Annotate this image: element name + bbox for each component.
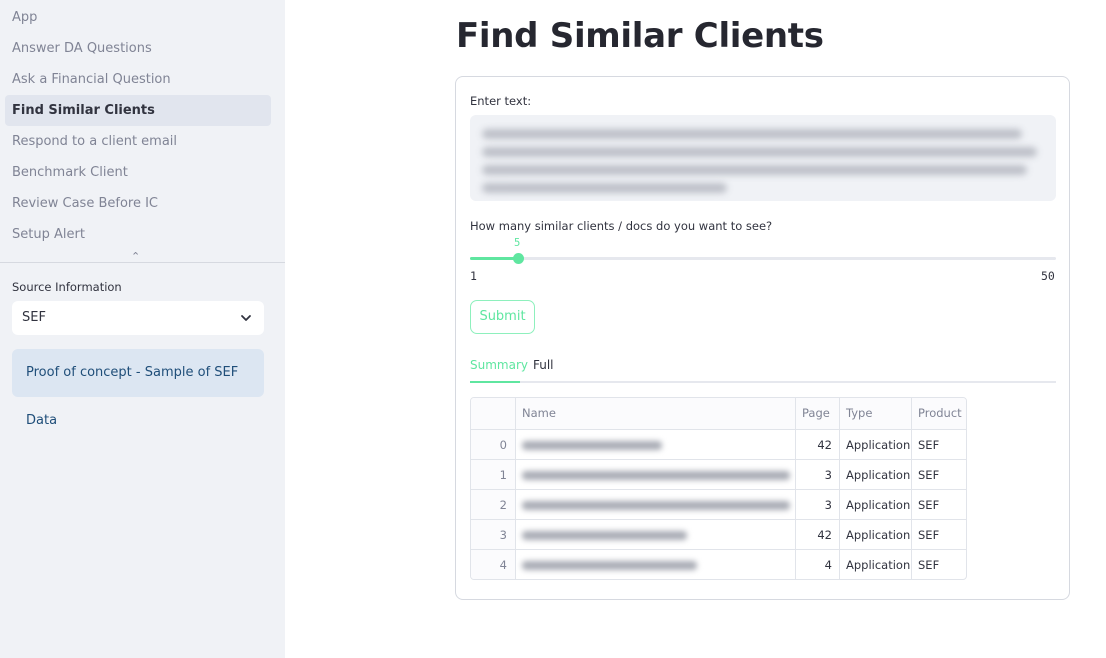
chevron-down-icon <box>241 315 251 321</box>
redacted-text <box>482 165 1027 175</box>
row-page: 42 <box>795 520 839 549</box>
sidebar-item-setup-alert[interactable]: Setup Alert <box>5 219 271 250</box>
row-name <box>515 430 795 459</box>
redacted-name <box>522 561 697 570</box>
table-row[interactable]: 2 3 Application SEF <box>471 489 966 519</box>
sidebar-item-ask-financial-question[interactable]: Ask a Financial Question <box>5 64 271 95</box>
source-select[interactable]: SEF <box>12 301 264 335</box>
redacted-text <box>482 183 727 193</box>
slider-thumb[interactable] <box>513 253 524 264</box>
tab-summary[interactable]: Summary <box>470 358 528 372</box>
sidebar-item-find-similar-clients[interactable]: Find Similar Clients <box>5 95 271 126</box>
column-header-page[interactable]: Page <box>795 398 839 429</box>
redacted-text <box>482 147 1037 157</box>
redacted-name <box>522 441 662 450</box>
row-product: SEF <box>911 430 966 459</box>
enter-text-area[interactable] <box>470 115 1056 201</box>
row-page: 3 <box>795 460 839 489</box>
slider-min: 1 <box>470 269 477 283</box>
table-row[interactable]: 0 42 Application SEF <box>471 429 966 459</box>
row-index: 0 <box>471 430 515 459</box>
column-header-index <box>471 398 515 429</box>
sidebar-nav: App Answer DA Questions Ask a Financial … <box>5 2 271 250</box>
column-header-type[interactable]: Type <box>839 398 911 429</box>
table-row[interactable]: 4 4 Application SEF <box>471 549 966 579</box>
page-title: Find Similar Clients <box>456 16 824 56</box>
column-header-name[interactable]: Name <box>515 398 795 429</box>
row-page: 42 <box>795 430 839 459</box>
redacted-name <box>522 501 790 510</box>
row-index: 2 <box>471 490 515 519</box>
row-index: 1 <box>471 460 515 489</box>
table-header-row: Name Page Type Product <box>471 398 966 429</box>
redacted-name <box>522 531 687 540</box>
source-select-value: SEF <box>22 310 46 325</box>
tab-full[interactable]: Full <box>533 358 554 372</box>
redacted-text <box>482 129 1022 139</box>
row-name <box>515 490 795 519</box>
row-page: 4 <box>795 550 839 579</box>
row-name <box>515 460 795 489</box>
slider-max: 50 <box>1041 269 1055 283</box>
enter-text-label: Enter text: <box>470 94 532 108</box>
sidebar-item-app[interactable]: App <box>5 2 271 33</box>
row-type: Application <box>839 550 911 579</box>
similar-count-slider[interactable] <box>470 253 1056 264</box>
submit-button[interactable]: Submit <box>470 300 535 334</box>
table-row[interactable]: 1 3 Application SEF <box>471 459 966 489</box>
sidebar-divider <box>0 262 285 263</box>
source-information-label: Source Information <box>12 280 122 294</box>
row-product: SEF <box>911 520 966 549</box>
redacted-name <box>522 471 790 480</box>
results-table: Name Page Type Product 0 42 Application … <box>470 397 967 580</box>
sidebar-item-review-case[interactable]: Review Case Before IC <box>5 188 271 219</box>
row-type: Application <box>839 520 911 549</box>
row-product: SEF <box>911 460 966 489</box>
info-alert: Proof of concept - Sample of SEF Data <box>12 349 264 428</box>
active-tab-indicator <box>470 381 520 383</box>
sidebar-item-answer-da-questions[interactable]: Answer DA Questions <box>5 33 271 64</box>
slider-value: 5 <box>514 237 521 249</box>
row-type: Application <box>839 490 911 519</box>
search-form: Enter text: How many similar clients / d… <box>455 76 1070 600</box>
row-name <box>515 550 795 579</box>
row-type: Application <box>839 460 911 489</box>
row-index: 4 <box>471 550 515 579</box>
table-row[interactable]: 3 42 Application SEF <box>471 519 966 549</box>
result-tabs: Summary Full <box>470 352 1056 383</box>
sidebar-item-benchmark-client[interactable]: Benchmark Client <box>5 157 271 188</box>
row-page: 3 <box>795 490 839 519</box>
sidebar-item-respond-client-email[interactable]: Respond to a client email <box>5 126 271 157</box>
row-product: SEF <box>911 490 966 519</box>
row-name <box>515 520 795 549</box>
slider-label: How many similar clients / docs do you w… <box>470 219 773 233</box>
slider-fill <box>470 257 518 260</box>
column-header-product[interactable]: Product <box>911 398 966 429</box>
sidebar: App Answer DA Questions Ask a Financial … <box>0 0 285 658</box>
row-index: 3 <box>471 520 515 549</box>
row-type: Application <box>839 430 911 459</box>
row-product: SEF <box>911 550 966 579</box>
